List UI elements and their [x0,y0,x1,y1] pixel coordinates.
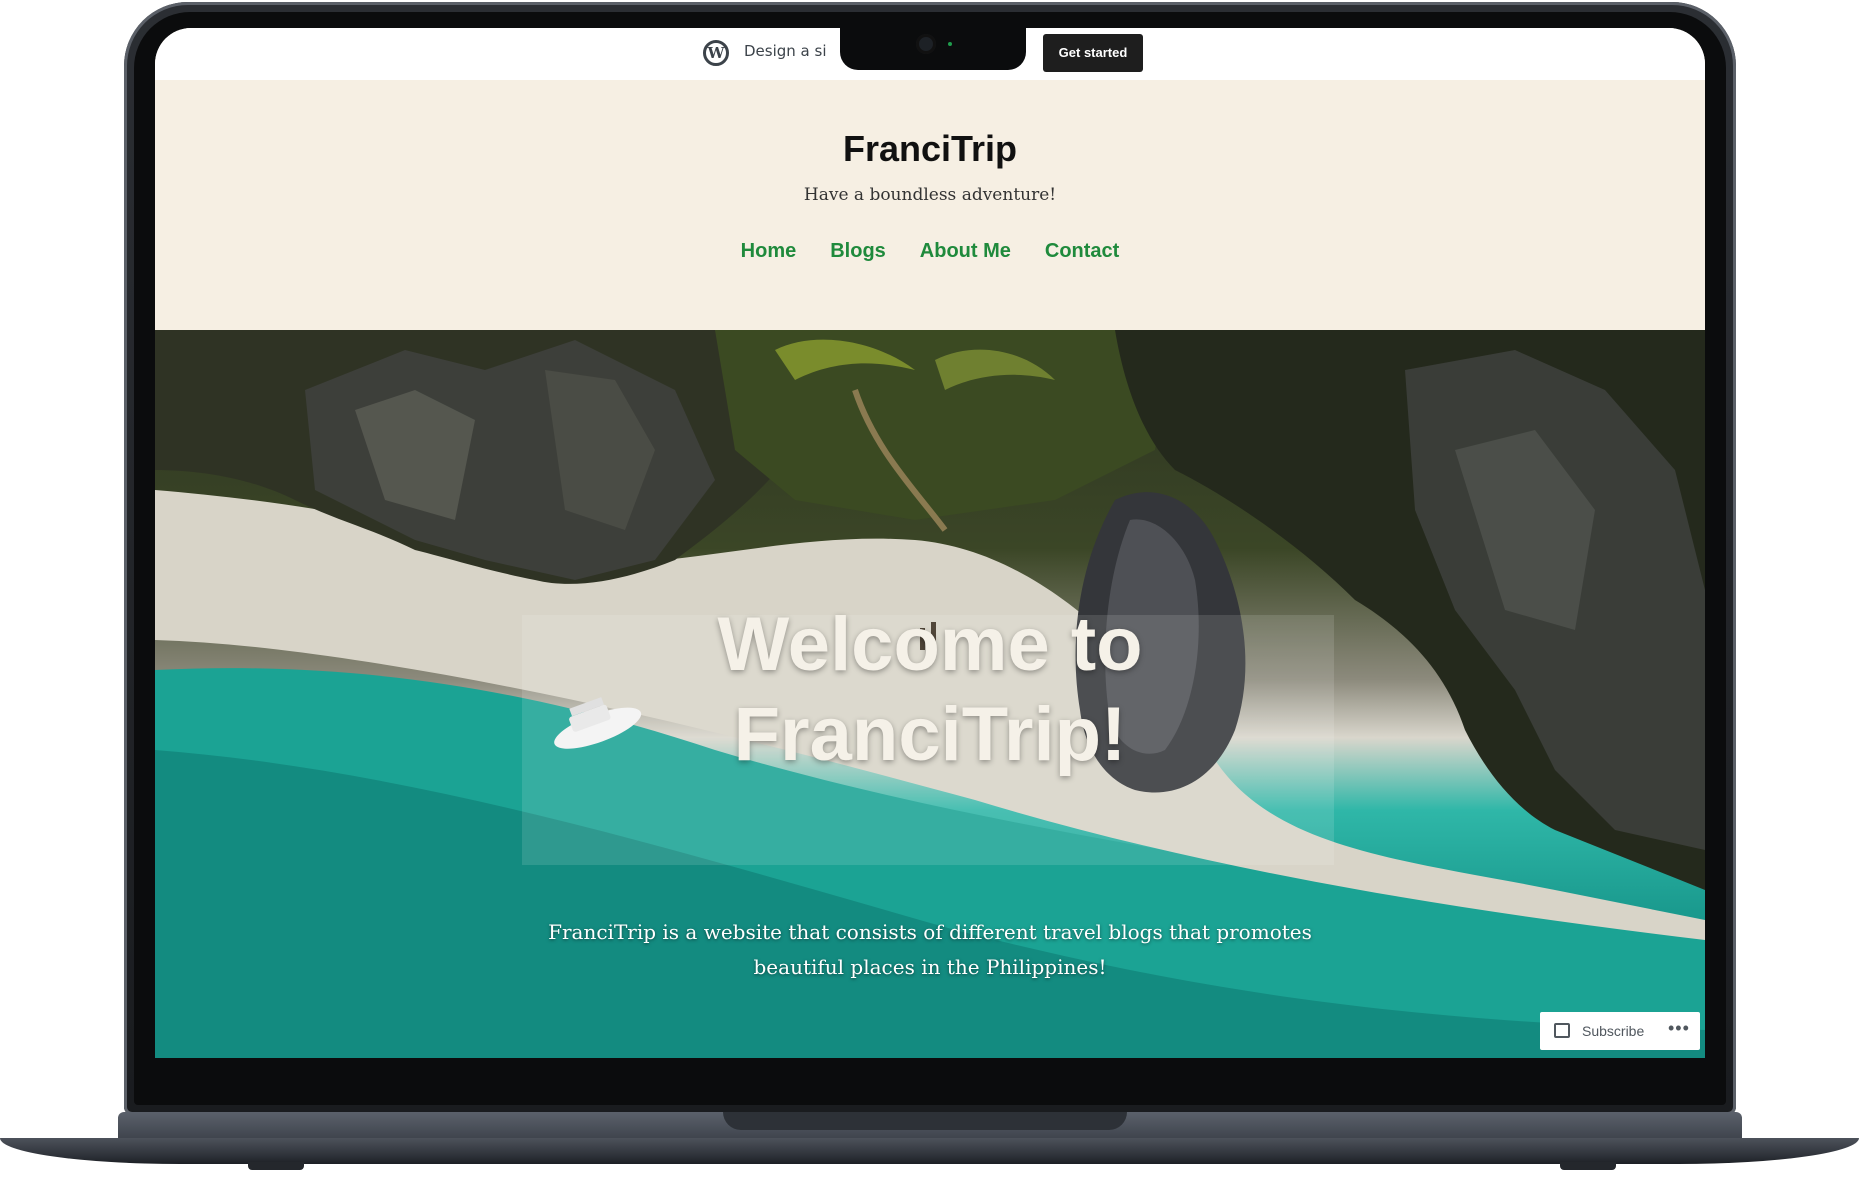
subscribe-widget[interactable]: Subscribe ••• [1540,1012,1700,1050]
base-groove [723,1112,1127,1130]
site-tagline: Have a boundless adventure! [803,185,1057,205]
nav-item-blogs[interactable]: Blogs [830,240,886,263]
design-site-text[interactable]: Design a site l [744,42,826,60]
camera-icon [916,34,936,54]
nav-item-contact[interactable]: Contact [1045,240,1119,263]
reader-subscribe-icon [1554,1023,1570,1038]
site-header: FranciTrip Have a boundless adventure! H… [155,80,1705,330]
hero-title: Welcome to FranciTrip! [155,600,1705,780]
subscribe-button[interactable]: Subscribe [1582,1023,1644,1039]
base-body [0,1138,1859,1164]
hero-cover: Welcome to FranciTrip! FranciTrip is a w… [155,330,1705,1058]
site-title[interactable]: FranciTrip [155,128,1705,170]
laptop-foot-left [248,1162,304,1170]
camera-notch [840,28,1026,70]
laptop-foot-right [1560,1162,1616,1170]
browser-viewport: W Design a site l Get started FranciTrip… [155,28,1705,1058]
nav-item-about-me[interactable]: About Me [920,240,1011,263]
nav-item-home[interactable]: Home [741,240,797,263]
laptop-base [0,1112,1859,1166]
primary-nav: Home Blogs About Me Contact [155,240,1705,263]
hero-title-line2: FranciTrip! [733,692,1127,777]
laptop-mockup: W Design a site l Get started FranciTrip… [0,0,1859,1179]
hero-title-line1: Welcome to [717,602,1143,687]
hero-description: FranciTrip is a website that consists of… [548,920,1312,979]
camera-indicator-light [948,42,952,46]
ellipsis-icon[interactable]: ••• [1668,1018,1690,1039]
wordpress-logo-icon[interactable]: W [703,40,729,66]
get-started-button[interactable]: Get started [1043,34,1143,72]
